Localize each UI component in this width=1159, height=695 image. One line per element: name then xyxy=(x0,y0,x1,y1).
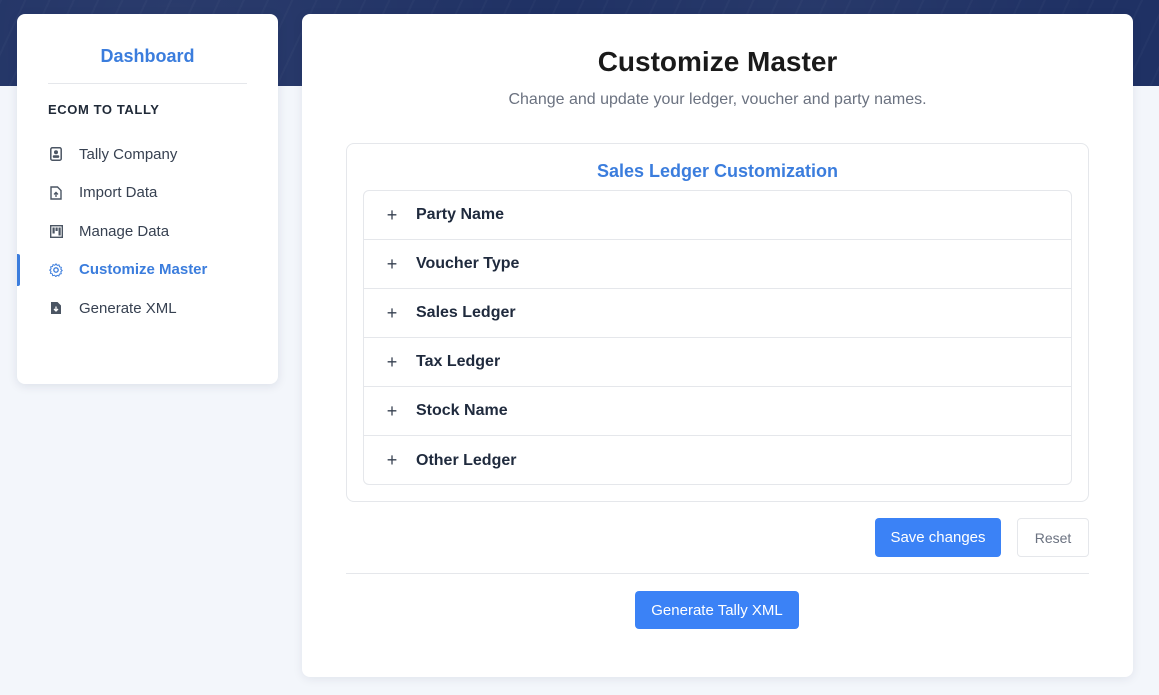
sidebar-item-label: Generate XML xyxy=(79,299,177,317)
accordion-item-label: Tax Ledger xyxy=(416,353,501,370)
file-upload-icon xyxy=(49,186,63,200)
customization-accordion: + Party Name + Voucher Type + Sales Ledg… xyxy=(363,190,1072,485)
sidebar-item-label: Customize Master xyxy=(79,261,208,279)
plus-icon: + xyxy=(386,400,398,421)
sidebar-item-customize-master[interactable]: Customize Master xyxy=(17,251,278,290)
accordion-item-voucher-type[interactable]: + Voucher Type xyxy=(364,240,1071,289)
page-subtitle: Change and update your ledger, voucher a… xyxy=(508,91,927,108)
accordion-item-party-name[interactable]: + Party Name xyxy=(364,191,1071,240)
plus-icon: + xyxy=(386,351,398,372)
sidebar-item-import-data[interactable]: Import Data xyxy=(17,174,278,213)
page-title: Customize Master xyxy=(597,46,838,77)
sidebar-item-generate-xml[interactable]: Generate XML xyxy=(17,289,278,328)
divider xyxy=(346,573,1089,574)
accordion-item-label: Party Name xyxy=(416,206,505,223)
accordion-item-label: Other Ledger xyxy=(416,451,517,469)
accordion-item-label: Stock Name xyxy=(416,402,508,419)
save-changes-button[interactable]: Save changes xyxy=(875,518,1001,557)
columns-icon xyxy=(49,224,63,238)
accordion-item-label: Sales Ledger xyxy=(416,304,516,321)
sidebar: Dashboard ECOM TO TALLY Tally Company Im… xyxy=(17,14,278,384)
company-badge-icon xyxy=(49,147,63,162)
accordion-item-tax-ledger[interactable]: + Tax Ledger xyxy=(364,338,1071,387)
plus-icon: + xyxy=(386,253,398,274)
sidebar-nav: Tally Company Import Data Manage Data Cu… xyxy=(17,135,278,328)
customization-panel: Sales Ledger Customization + Party Name … xyxy=(346,143,1089,502)
customization-section-title: Sales Ledger Customization xyxy=(596,161,839,181)
sidebar-item-label: Import Data xyxy=(79,184,158,202)
file-download-icon xyxy=(49,301,63,315)
accordion-item-stock-name[interactable]: + Stock Name xyxy=(364,387,1071,436)
plus-icon: + xyxy=(386,450,398,470)
plus-icon: + xyxy=(386,302,398,323)
accordion-item-other-ledger[interactable]: + Other Ledger xyxy=(364,436,1071,484)
plus-icon: + xyxy=(386,204,398,225)
generate-tally-xml-button[interactable]: Generate Tally XML xyxy=(635,591,799,629)
sidebar-item-tally-company[interactable]: Tally Company xyxy=(17,135,278,174)
reset-button[interactable]: Reset xyxy=(1017,518,1089,557)
gear-icon xyxy=(49,263,63,277)
main-card: Customize Master Change and update your … xyxy=(302,14,1133,677)
accordion-item-label: Voucher Type xyxy=(416,255,520,272)
sidebar-item-label: Manage Data xyxy=(79,222,170,240)
sidebar-divider xyxy=(48,83,247,84)
sidebar-section-heading: ECOM TO TALLY xyxy=(48,102,160,117)
sidebar-item-manage-data[interactable]: Manage Data xyxy=(17,212,278,251)
sidebar-title[interactable]: Dashboard xyxy=(48,46,247,67)
accordion-item-sales-ledger[interactable]: + Sales Ledger xyxy=(364,289,1071,338)
sidebar-item-label: Tally Company xyxy=(79,145,178,163)
